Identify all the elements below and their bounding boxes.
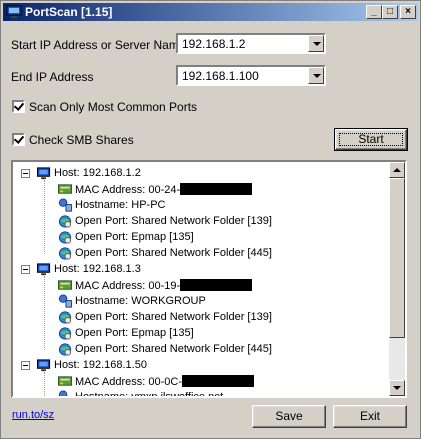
tree-host-node[interactable]: Host: 192.168.1.2 (13, 165, 389, 181)
scroll-up-icon[interactable] (389, 162, 405, 178)
collapse-icon[interactable] (21, 265, 30, 274)
globe-port-icon (58, 311, 72, 324)
tree-item-label: Hostname: WORKGROUP (75, 295, 206, 307)
tree-item[interactable]: Hostname: vmxp.ilswoffice.net (13, 389, 389, 396)
tree-guide-line (44, 372, 45, 396)
exit-button[interactable]: Exit (333, 405, 407, 428)
portscan-app-icon (6, 5, 22, 18)
computer-icon (36, 167, 51, 180)
end-ip-label: End IP Address (11, 70, 94, 84)
run-to-link[interactable]: run.to/sz (12, 409, 54, 421)
start-ip-dropdown-icon[interactable] (308, 35, 324, 52)
tree-item[interactable]: Hostname: HP-PC (13, 197, 389, 213)
end-ip-value[interactable]: 192.168.1.100 (182, 69, 259, 83)
tree-item-label: Host: 192.168.1.3 (54, 263, 141, 275)
tree-host-node[interactable]: Host: 192.168.1.3 (13, 261, 389, 277)
tree-item-label: Hostname: vmxp.ilswoffice.net (75, 391, 223, 396)
common-ports-checkbox[interactable] (12, 100, 25, 113)
tree-item-label: Open Port: Shared Network Folder [139] (75, 311, 272, 323)
window-title: PortScan [1.15] (25, 5, 113, 19)
tree-item-label: Open Port: Shared Network Folder [445] (75, 247, 272, 259)
collapse-icon[interactable] (21, 169, 30, 178)
redacted-block (181, 375, 254, 387)
tree-item-label: MAC Address: 00-19- (75, 279, 253, 292)
start-button-focus-ring (339, 133, 403, 146)
network-card-icon (57, 376, 73, 386)
tree-host-node[interactable]: Host: 192.168.1.50 (13, 357, 389, 373)
redacted-block (180, 279, 253, 291)
start-ip-label: Start IP Address or Server Name (11, 38, 186, 52)
tree-item[interactable]: Open Port: Shared Network Folder [445] (13, 341, 389, 357)
globe-port-icon (58, 247, 72, 260)
collapse-icon[interactable] (21, 361, 30, 370)
save-button[interactable]: Save (252, 405, 326, 428)
title-bar[interactable]: PortScan [1.15] _ □ × (3, 3, 418, 21)
network-card-icon (57, 184, 73, 194)
end-ip-dropdown-icon[interactable] (308, 67, 324, 84)
results-tree[interactable]: Host: 192.168.1.2 MAC Address: 00-24- Host… (11, 160, 407, 398)
hostname-icon (58, 390, 68, 396)
tree-item-label: Open Port: Shared Network Folder [445] (75, 343, 272, 355)
tree-item-label: Hostname: HP-PC (75, 199, 166, 211)
tree-item-label: Open Port: Epmap [135] (75, 231, 194, 243)
tree-item[interactable]: MAC Address: 00-0C- (13, 373, 389, 389)
tree-item[interactable]: Open Port: Epmap [135] (13, 229, 389, 245)
tree-item-label: MAC Address: 00-0C- (75, 375, 254, 388)
tree-item[interactable]: Open Port: Epmap [135] (13, 325, 389, 341)
smb-shares-label: Check SMB Shares (29, 133, 134, 147)
computer-icon (36, 359, 51, 372)
tree-item[interactable]: Hostname: WORKGROUP (13, 293, 389, 309)
globe-port-icon (58, 327, 72, 340)
maximize-button[interactable]: □ (382, 5, 398, 19)
end-ip-combo[interactable]: 192.168.1.100 (176, 65, 326, 86)
hostname-icon (58, 198, 73, 212)
computer-icon (36, 263, 51, 276)
redacted-block (180, 183, 253, 195)
results-tree-viewport[interactable]: Host: 192.168.1.2 MAC Address: 00-24- Host… (13, 162, 389, 396)
tree-item-label: MAC Address: 00-24- (75, 183, 253, 196)
start-button[interactable]: Start (334, 128, 408, 151)
tree-item-label: Host: 192.168.1.50 (54, 359, 147, 371)
smb-shares-checkbox[interactable] (12, 133, 25, 146)
tree-item[interactable]: Open Port: Shared Network Folder [139] (13, 309, 389, 325)
tree-item-label: Open Port: Epmap [135] (75, 327, 194, 339)
start-ip-value[interactable]: 192.168.1.2 (182, 37, 245, 51)
tree-guide-line (44, 276, 45, 350)
network-card-icon (57, 280, 73, 290)
tree-guide-line (44, 180, 45, 254)
globe-port-icon (58, 231, 72, 244)
portscan-window: PortScan [1.15] _ □ × Start IP Address o… (0, 0, 421, 439)
hostname-icon (58, 294, 73, 308)
close-button[interactable]: × (400, 5, 416, 19)
tree-item-label: Open Port: Shared Network Folder [139] (75, 215, 272, 227)
vertical-scrollbar[interactable] (389, 162, 405, 396)
globe-port-icon (58, 343, 72, 356)
scroll-down-icon[interactable] (389, 380, 405, 396)
tree-item[interactable]: Open Port: Shared Network Folder [445] (13, 245, 389, 261)
common-ports-label: Scan Only Most Common Ports (29, 100, 198, 114)
tree-item[interactable]: Open Port: Shared Network Folder [139] (13, 213, 389, 229)
scroll-thumb[interactable] (389, 178, 405, 338)
start-ip-combo[interactable]: 192.168.1.2 (176, 33, 326, 54)
minimize-button[interactable]: _ (366, 5, 382, 19)
globe-port-icon (58, 215, 72, 228)
tree-item[interactable]: MAC Address: 00-24- (13, 181, 389, 197)
tree-item[interactable]: MAC Address: 00-19- (13, 277, 389, 293)
tree-item-label: Host: 192.168.1.2 (54, 167, 141, 179)
